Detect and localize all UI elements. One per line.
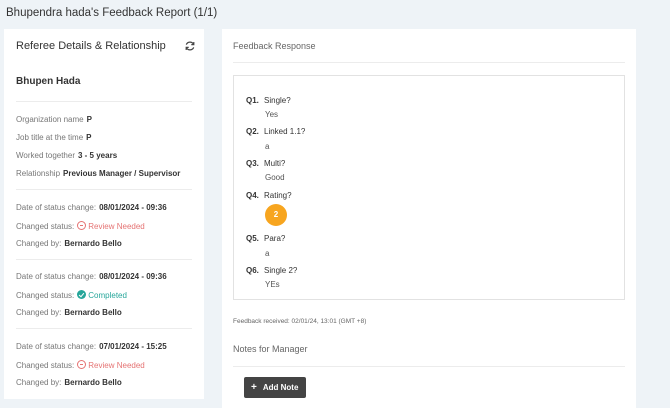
- status-change-date: Date of status change: 07/01/2024 - 15:25: [16, 342, 167, 351]
- feedback-received-timestamp: Feedback received: 02/01/24, 13:01 (GMT …: [233, 318, 367, 325]
- answer: Good: [265, 173, 285, 182]
- question: Q4. Rating?: [246, 191, 292, 200]
- refresh-icon[interactable]: [184, 40, 196, 52]
- status-change-date: Date of status change: 08/01/2024 - 09:36: [16, 203, 167, 212]
- status-change-date: Date of status change: 08/01/2024 - 09:36: [16, 272, 167, 281]
- status-change-by: Changed by: Bernardo Bello: [16, 308, 122, 317]
- detail-organization: Organization name P: [16, 115, 92, 124]
- completed-check-icon: [77, 290, 87, 299]
- divider: [16, 259, 192, 260]
- answer: a: [265, 142, 270, 151]
- answer: a: [265, 249, 270, 258]
- question: Q6. Single 2?: [246, 266, 298, 275]
- divider: [233, 366, 625, 367]
- review-needed-icon: [77, 360, 87, 369]
- detail-relationship: Relationship Previous Manager / Superviso…: [16, 169, 181, 178]
- response-box: Q1. Single? Yes Q2. Linked 1.1? a Q3. Multi…: [233, 75, 625, 300]
- answer: YEs: [265, 280, 280, 289]
- question: Q1. Single?: [246, 96, 291, 105]
- divider: [233, 62, 625, 63]
- rating-badge: 2: [265, 204, 287, 226]
- referee-name: Bhupen Hada: [16, 76, 81, 87]
- question: Q3. Multi?: [246, 159, 286, 168]
- feedback-response-header: Feedback Response: [233, 41, 316, 51]
- referee-details-panel: Referee Details & Relationship Bhupen Ha…: [4, 29, 204, 399]
- divider: [16, 189, 192, 190]
- referee-details-header: Referee Details & Relationship: [16, 40, 166, 52]
- status-change-status: Changed status: Review Needed: [16, 360, 145, 370]
- notes-for-manager-header: Notes for Manager: [233, 344, 308, 354]
- detail-job-title: Job title at the time P: [16, 133, 92, 142]
- divider: [16, 328, 192, 329]
- question: Q5. Para?: [246, 234, 286, 243]
- page-title: Bhupendra hada's Feedback Report (1/1): [6, 7, 218, 19]
- plus-icon: +: [251, 382, 257, 393]
- feedback-response-panel: Feedback Response Q1. Single? Yes Q2. Link…: [222, 29, 636, 408]
- status-change-status: Changed status: Review Needed: [16, 221, 145, 231]
- divider: [16, 101, 192, 102]
- status-change-by: Changed by: Bernardo Bello: [16, 378, 122, 387]
- question: Q2. Linked 1.1?: [246, 127, 306, 136]
- detail-worked-together: Worked together 3 - 5 years: [16, 151, 118, 160]
- status-change-status: Changed status: Completed: [16, 290, 127, 300]
- review-needed-icon: [77, 221, 87, 230]
- status-change-by: Changed by: Bernardo Bello: [16, 239, 122, 248]
- answer: Yes: [265, 110, 279, 119]
- add-note-button[interactable]: + Add Note: [244, 377, 306, 398]
